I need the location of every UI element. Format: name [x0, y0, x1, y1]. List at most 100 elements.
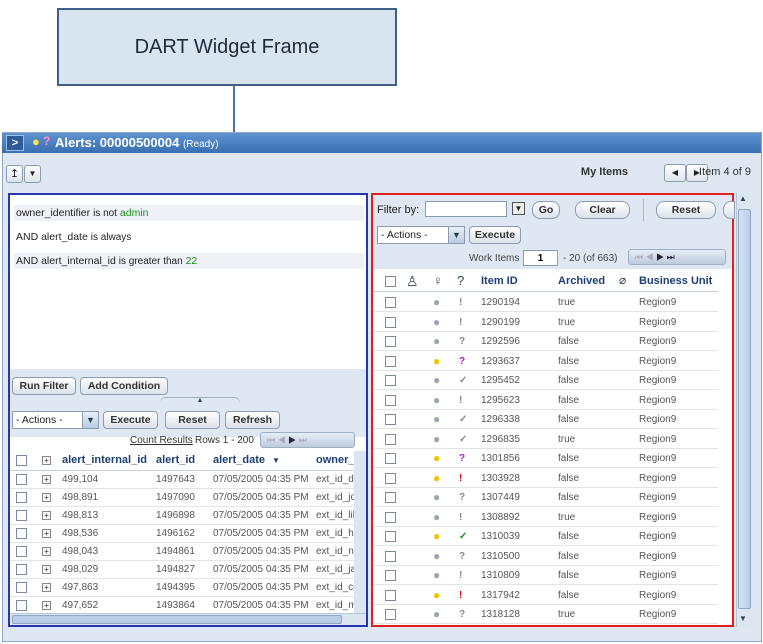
horizontal-scrollbar[interactable] — [10, 613, 366, 625]
right-pager[interactable]: ⏮ ◀ ▶ ⏭ — [628, 249, 726, 265]
row-checkbox[interactable] — [385, 453, 396, 464]
table-row[interactable]: ● ? 1301856 false Region9 — [373, 449, 718, 468]
expand-icon[interactable]: + — [42, 547, 51, 556]
col-alert-internal-id[interactable]: alert_internal_id — [62, 454, 147, 466]
execute-button[interactable]: Execute — [469, 226, 521, 244]
row-checkbox[interactable] — [385, 355, 396, 367]
table-row[interactable]: ● ? 1310500 false Region9 — [373, 547, 718, 566]
row-checkbox[interactable] — [385, 570, 396, 581]
vertical-scrollbar[interactable]: ▲ ▼ — [736, 193, 752, 627]
row-checkbox[interactable] — [16, 510, 27, 521]
row-checkbox[interactable] — [16, 528, 27, 539]
table-row[interactable]: ● ✓ 1296835 true Region9 — [373, 430, 718, 449]
col-item-id[interactable]: Item ID — [481, 275, 518, 287]
row-checkbox[interactable] — [16, 474, 27, 485]
expand-icon[interactable]: > — [6, 135, 24, 151]
select-all-checkbox[interactable] — [385, 276, 396, 287]
table-row[interactable]: ● ✓ 1295452 false Region9 — [373, 371, 718, 390]
clear-button[interactable]: Clear — [575, 201, 630, 219]
table-row[interactable]: + 498,536 1496162 07/05/2005 04:35 PM ex… — [10, 525, 366, 543]
col-archived[interactable]: Archived — [558, 275, 605, 287]
scroll-thumb[interactable] — [738, 209, 751, 609]
row-checkbox[interactable] — [16, 546, 27, 557]
row-checkbox[interactable] — [385, 531, 396, 542]
table-row[interactable]: ● ! 1290194 true Region9 — [373, 293, 718, 312]
table-row[interactable]: + 497,863 1494395 07/05/2005 04:35 PM ex… — [10, 579, 366, 597]
left-pager[interactable]: ⏮ ◀ ▶ ⏭ — [260, 432, 355, 448]
col-owner[interactable]: owner_ — [316, 454, 354, 466]
row-checkbox[interactable] — [385, 550, 396, 562]
run-filter-button[interactable]: Run Filter — [12, 377, 76, 395]
row-checkbox[interactable] — [385, 589, 396, 601]
row-checkbox[interactable] — [385, 394, 396, 406]
filter-input[interactable] — [425, 201, 507, 217]
table-row[interactable]: ● ! 1295623 false Region9 — [373, 391, 718, 410]
actions-select[interactable]: - Actions - ▼ — [12, 411, 99, 429]
row-checkbox[interactable] — [385, 414, 396, 425]
row-checkbox[interactable] — [385, 297, 396, 308]
expand-icon[interactable]: + — [42, 529, 51, 538]
row-checkbox[interactable] — [385, 492, 396, 503]
table-row[interactable]: ● ! 1317942 false Region9 — [373, 586, 718, 605]
table-row[interactable]: + 499,104 1497643 07/05/2005 04:35 PM ex… — [10, 471, 366, 489]
more-button[interactable] — [723, 201, 735, 219]
chevron-down-icon[interactable]: ▼ — [24, 165, 41, 183]
table-row[interactable]: ● ✓ 1310039 false Region9 — [373, 527, 718, 546]
table-row[interactable]: ● ? 1292596 false Region9 — [373, 332, 718, 351]
filter-dropdown-icon[interactable]: ▼ — [512, 202, 525, 215]
left-vertical-scrollbar[interactable] — [354, 451, 366, 613]
refresh-button[interactable]: Refresh — [225, 411, 280, 429]
condition-row[interactable]: owner_identifier is not admin — [14, 205, 364, 221]
add-condition-button[interactable]: Add Condition — [80, 377, 168, 395]
table-row[interactable]: ● ? 1318128 true Region9 — [373, 605, 718, 624]
row-checkbox[interactable] — [385, 316, 396, 328]
page-input[interactable] — [523, 250, 558, 266]
expand-icon[interactable]: + — [42, 583, 51, 592]
execute-button[interactable]: Execute — [103, 411, 158, 429]
table-row[interactable]: + 498,813 1496898 07/05/2005 04:35 PM ex… — [10, 507, 366, 525]
condition-row[interactable]: AND alert_date is always — [14, 229, 364, 245]
table-row[interactable]: + 498,891 1497090 07/05/2005 04:35 PM ex… — [10, 489, 366, 507]
table-row[interactable]: + 498,043 1494861 07/05/2005 04:35 PM ex… — [10, 543, 366, 561]
table-row[interactable]: ● ! 1310809 false Region9 — [373, 566, 718, 585]
expand-icon[interactable]: + — [42, 565, 51, 574]
expand-icon[interactable]: + — [42, 475, 51, 484]
prev-item-button[interactable]: ◀ — [664, 164, 686, 182]
col-business-unit[interactable]: Business Unit — [639, 275, 712, 287]
table-row[interactable]: ● ✓ 1296338 false Region9 — [373, 410, 718, 429]
row-checkbox[interactable] — [16, 600, 27, 611]
row-checkbox[interactable] — [385, 336, 396, 347]
actions-select[interactable]: - Actions - ▼ — [377, 226, 465, 244]
expand-icon[interactable]: + — [42, 601, 51, 610]
expand-all-icon[interactable]: + — [42, 456, 51, 465]
col-alert-date[interactable]: alert_date — [213, 454, 265, 466]
row-checkbox[interactable] — [385, 511, 396, 523]
row-checkbox[interactable] — [385, 433, 396, 445]
condition-row[interactable]: AND alert_internal_id is greater than 22 — [14, 253, 364, 269]
row-checkbox[interactable] — [16, 582, 27, 593]
table-row[interactable]: + 498,029 1494827 07/05/2005 04:35 PM ex… — [10, 561, 366, 579]
reset-button[interactable]: Reset — [165, 411, 220, 429]
select-all-checkbox[interactable] — [16, 455, 27, 466]
scroll-down-icon[interactable]: ▼ — [739, 614, 747, 623]
row-checkbox[interactable] — [385, 375, 396, 386]
row-checkbox[interactable] — [385, 609, 396, 620]
row-checkbox[interactable] — [16, 492, 27, 503]
table-row[interactable]: ● ! 1308892 true Region9 — [373, 508, 718, 527]
row-checkbox[interactable] — [385, 472, 396, 484]
scroll-thumb[interactable] — [12, 615, 342, 624]
scroll-up-icon[interactable]: ▲ — [739, 194, 747, 203]
table-row[interactable]: ● ? 1307449 false Region9 — [373, 488, 718, 507]
go-button[interactable]: Go — [532, 201, 560, 219]
collapse-handle-icon[interactable]: ▲ — [160, 397, 240, 405]
row-checkbox[interactable] — [16, 564, 27, 575]
table-row[interactable]: ● ! 1303928 false Region9 — [373, 469, 718, 488]
col-alert-id[interactable]: alert_id — [156, 454, 195, 466]
expand-icon[interactable]: + — [42, 511, 51, 520]
table-row[interactable]: ● ? 1293637 false Region9 — [373, 352, 718, 371]
up-arrow-icon[interactable]: ↥ — [6, 165, 23, 183]
expand-icon[interactable]: + — [42, 493, 51, 502]
reset-button[interactable]: Reset — [656, 201, 716, 219]
table-row[interactable]: ● ! 1290199 true Region9 — [373, 313, 718, 332]
count-results-link[interactable]: Count Results — [130, 435, 193, 446]
